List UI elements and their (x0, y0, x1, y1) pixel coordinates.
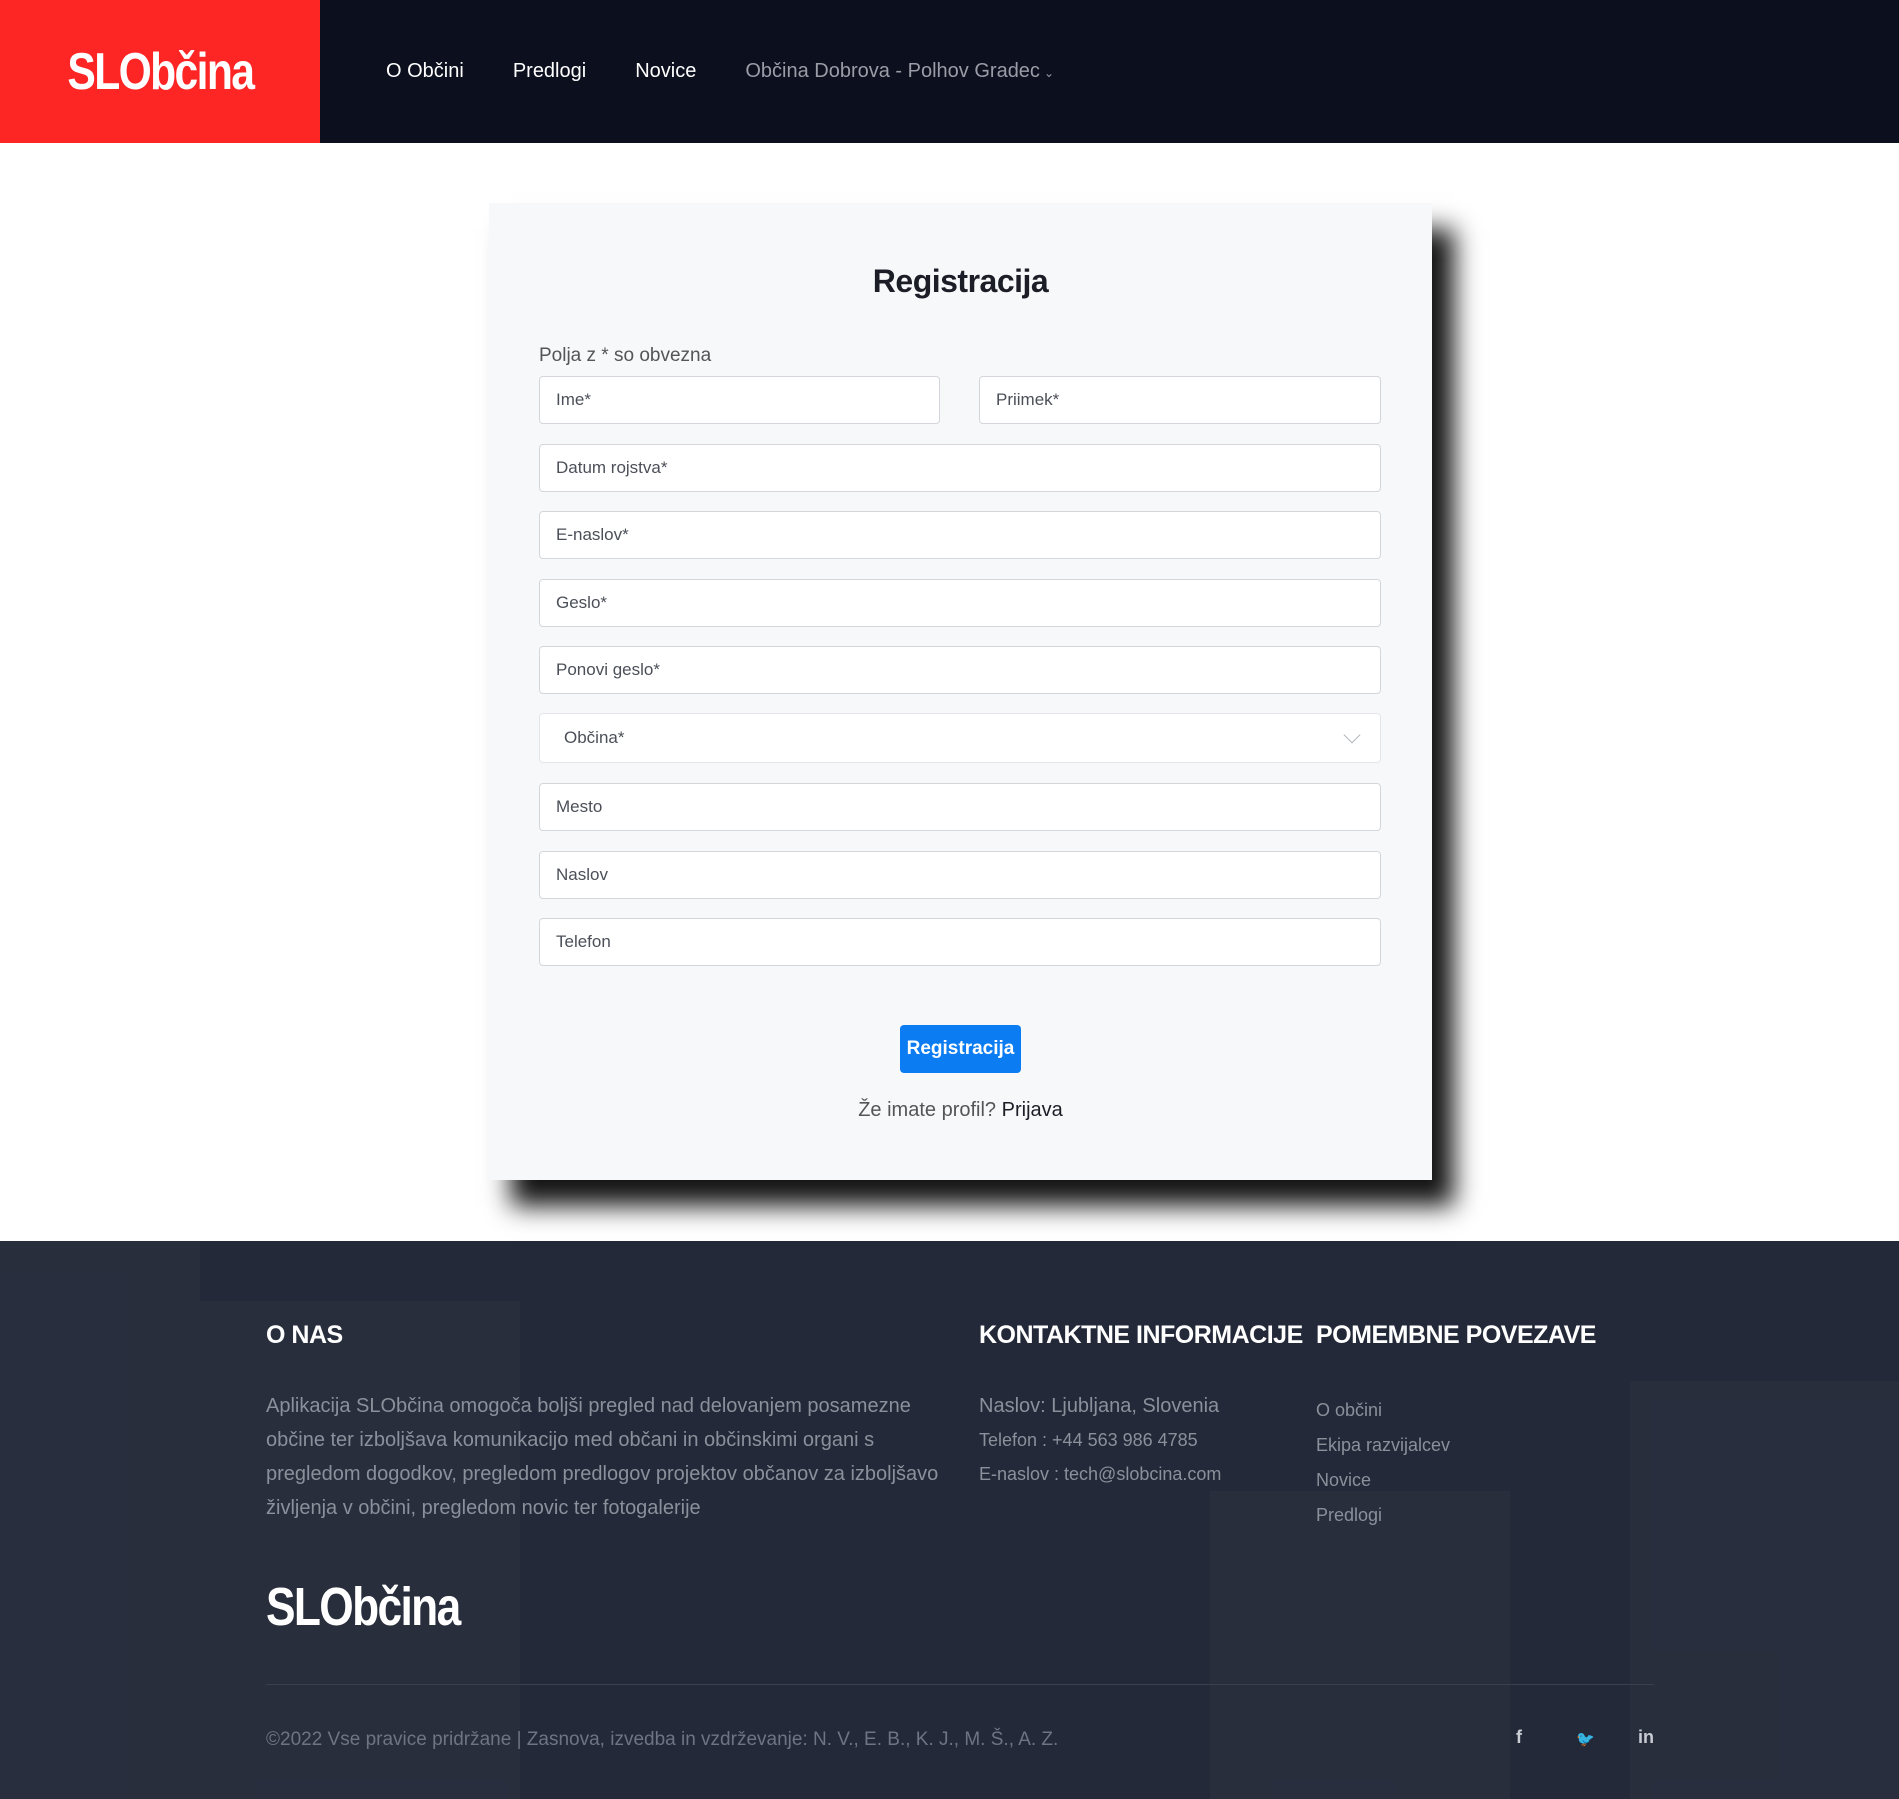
background-building-shape (1630, 1381, 1899, 1799)
last-name-input[interactable] (996, 377, 1364, 423)
brand-logo[interactable]: SLObčina (0, 0, 320, 143)
form-title: Registracija (872, 263, 1049, 299)
register-button[interactable]: Registracija (900, 1025, 1021, 1073)
contact-phone: Telefon : +44 563 986 4785 (979, 1430, 1198, 1450)
contact-address: Naslov: Ljubljana, Slovenia (979, 1395, 1220, 1417)
password-input[interactable] (556, 580, 1364, 626)
city-input[interactable] (556, 784, 1364, 830)
footer-link-ekipa[interactable]: Ekipa razvijalcev (1316, 1428, 1450, 1463)
footer-link-novice[interactable]: Novice (1316, 1463, 1450, 1498)
important-links: O občini Ekipa razvijalcev Novice Predlo… (1316, 1393, 1450, 1533)
phone-field[interactable] (539, 918, 1381, 966)
background-building-shape (0, 1241, 200, 1799)
municipality-select[interactable]: Občina* (539, 713, 1381, 763)
login-prompt: Že imate profil? Prijava (489, 1099, 1432, 1122)
footer-link-o-obcini[interactable]: O občini (1316, 1393, 1450, 1428)
footer-link-predlogi[interactable]: Predlogi (1316, 1498, 1450, 1533)
about-heading: O NAS (266, 1321, 343, 1349)
nav-item-predlogi[interactable]: Predlogi (513, 60, 586, 83)
copyright-text: ©2022 Vse pravice pridržane | Zasnova, i… (266, 1729, 1059, 1750)
birthdate-input[interactable] (556, 445, 1364, 491)
nav-item-o-obcini[interactable]: O Občini (386, 60, 464, 83)
chevron-down-icon: ⌄ (1043, 66, 1054, 80)
twitter-icon[interactable]: 🐦 (1576, 1730, 1595, 1748)
municipality-select-value: Občina* (564, 728, 625, 747)
password-field[interactable] (539, 579, 1381, 627)
email-input[interactable] (556, 512, 1364, 558)
main-nav: O Občini Predlogi Novice Občina Dobrova … (386, 0, 1103, 143)
background-building-shape (200, 1301, 520, 1799)
municipality-dropdown-label: Občina Dobrova - Polhov Gradec (745, 60, 1040, 82)
chevron-down-icon (1343, 726, 1361, 744)
municipality-dropdown[interactable]: Občina Dobrova - Polhov Gradec ⌄ (745, 60, 1054, 83)
contact-email: E-naslov : tech@slobcina.com (979, 1464, 1222, 1484)
nav-item-novice[interactable]: Novice (635, 60, 696, 83)
address-input[interactable] (556, 852, 1364, 898)
first-name-field[interactable] (539, 376, 940, 424)
footer: O NAS Aplikacija SLObčina omogoča boljši… (0, 1241, 1899, 1799)
last-name-field[interactable] (979, 376, 1381, 424)
repeat-password-input[interactable] (556, 647, 1364, 693)
linkedin-icon[interactable]: in (1638, 1727, 1654, 1748)
required-fields-note: Polja z * so obvezna (539, 345, 712, 366)
top-navbar: SLObčina O Občini Predlogi Novice Občina… (0, 0, 1899, 143)
registration-card: Registracija Polja z * so obvezna Občina… (489, 203, 1432, 1180)
first-name-input[interactable] (556, 377, 923, 423)
facebook-icon[interactable]: f (1516, 1727, 1522, 1748)
address-field[interactable] (539, 851, 1381, 899)
contact-heading: KONTAKTNE INFORMACIJE (979, 1321, 1303, 1349)
email-field[interactable] (539, 511, 1381, 559)
footer-brand-logo[interactable]: SLObčina (266, 1576, 461, 1638)
brand-logo-text: SLObčina (67, 42, 255, 101)
city-field[interactable] (539, 783, 1381, 831)
contact-info: Naslov: Ljubljana, Slovenia Telefon : +4… (979, 1389, 1221, 1491)
login-prompt-text: Že imate profil? (858, 1099, 997, 1121)
phone-input[interactable] (556, 919, 1364, 965)
about-text: Aplikacija SLObčina omogoča boljši pregl… (266, 1395, 939, 1519)
footer-divider (266, 1684, 1654, 1685)
repeat-password-field[interactable] (539, 646, 1381, 694)
background-building-shape (1210, 1491, 1510, 1799)
login-link[interactable]: Prijava (1002, 1099, 1063, 1121)
birthdate-field[interactable] (539, 444, 1381, 492)
links-heading: POMEMBNE POVEZAVE (1316, 1321, 1596, 1349)
